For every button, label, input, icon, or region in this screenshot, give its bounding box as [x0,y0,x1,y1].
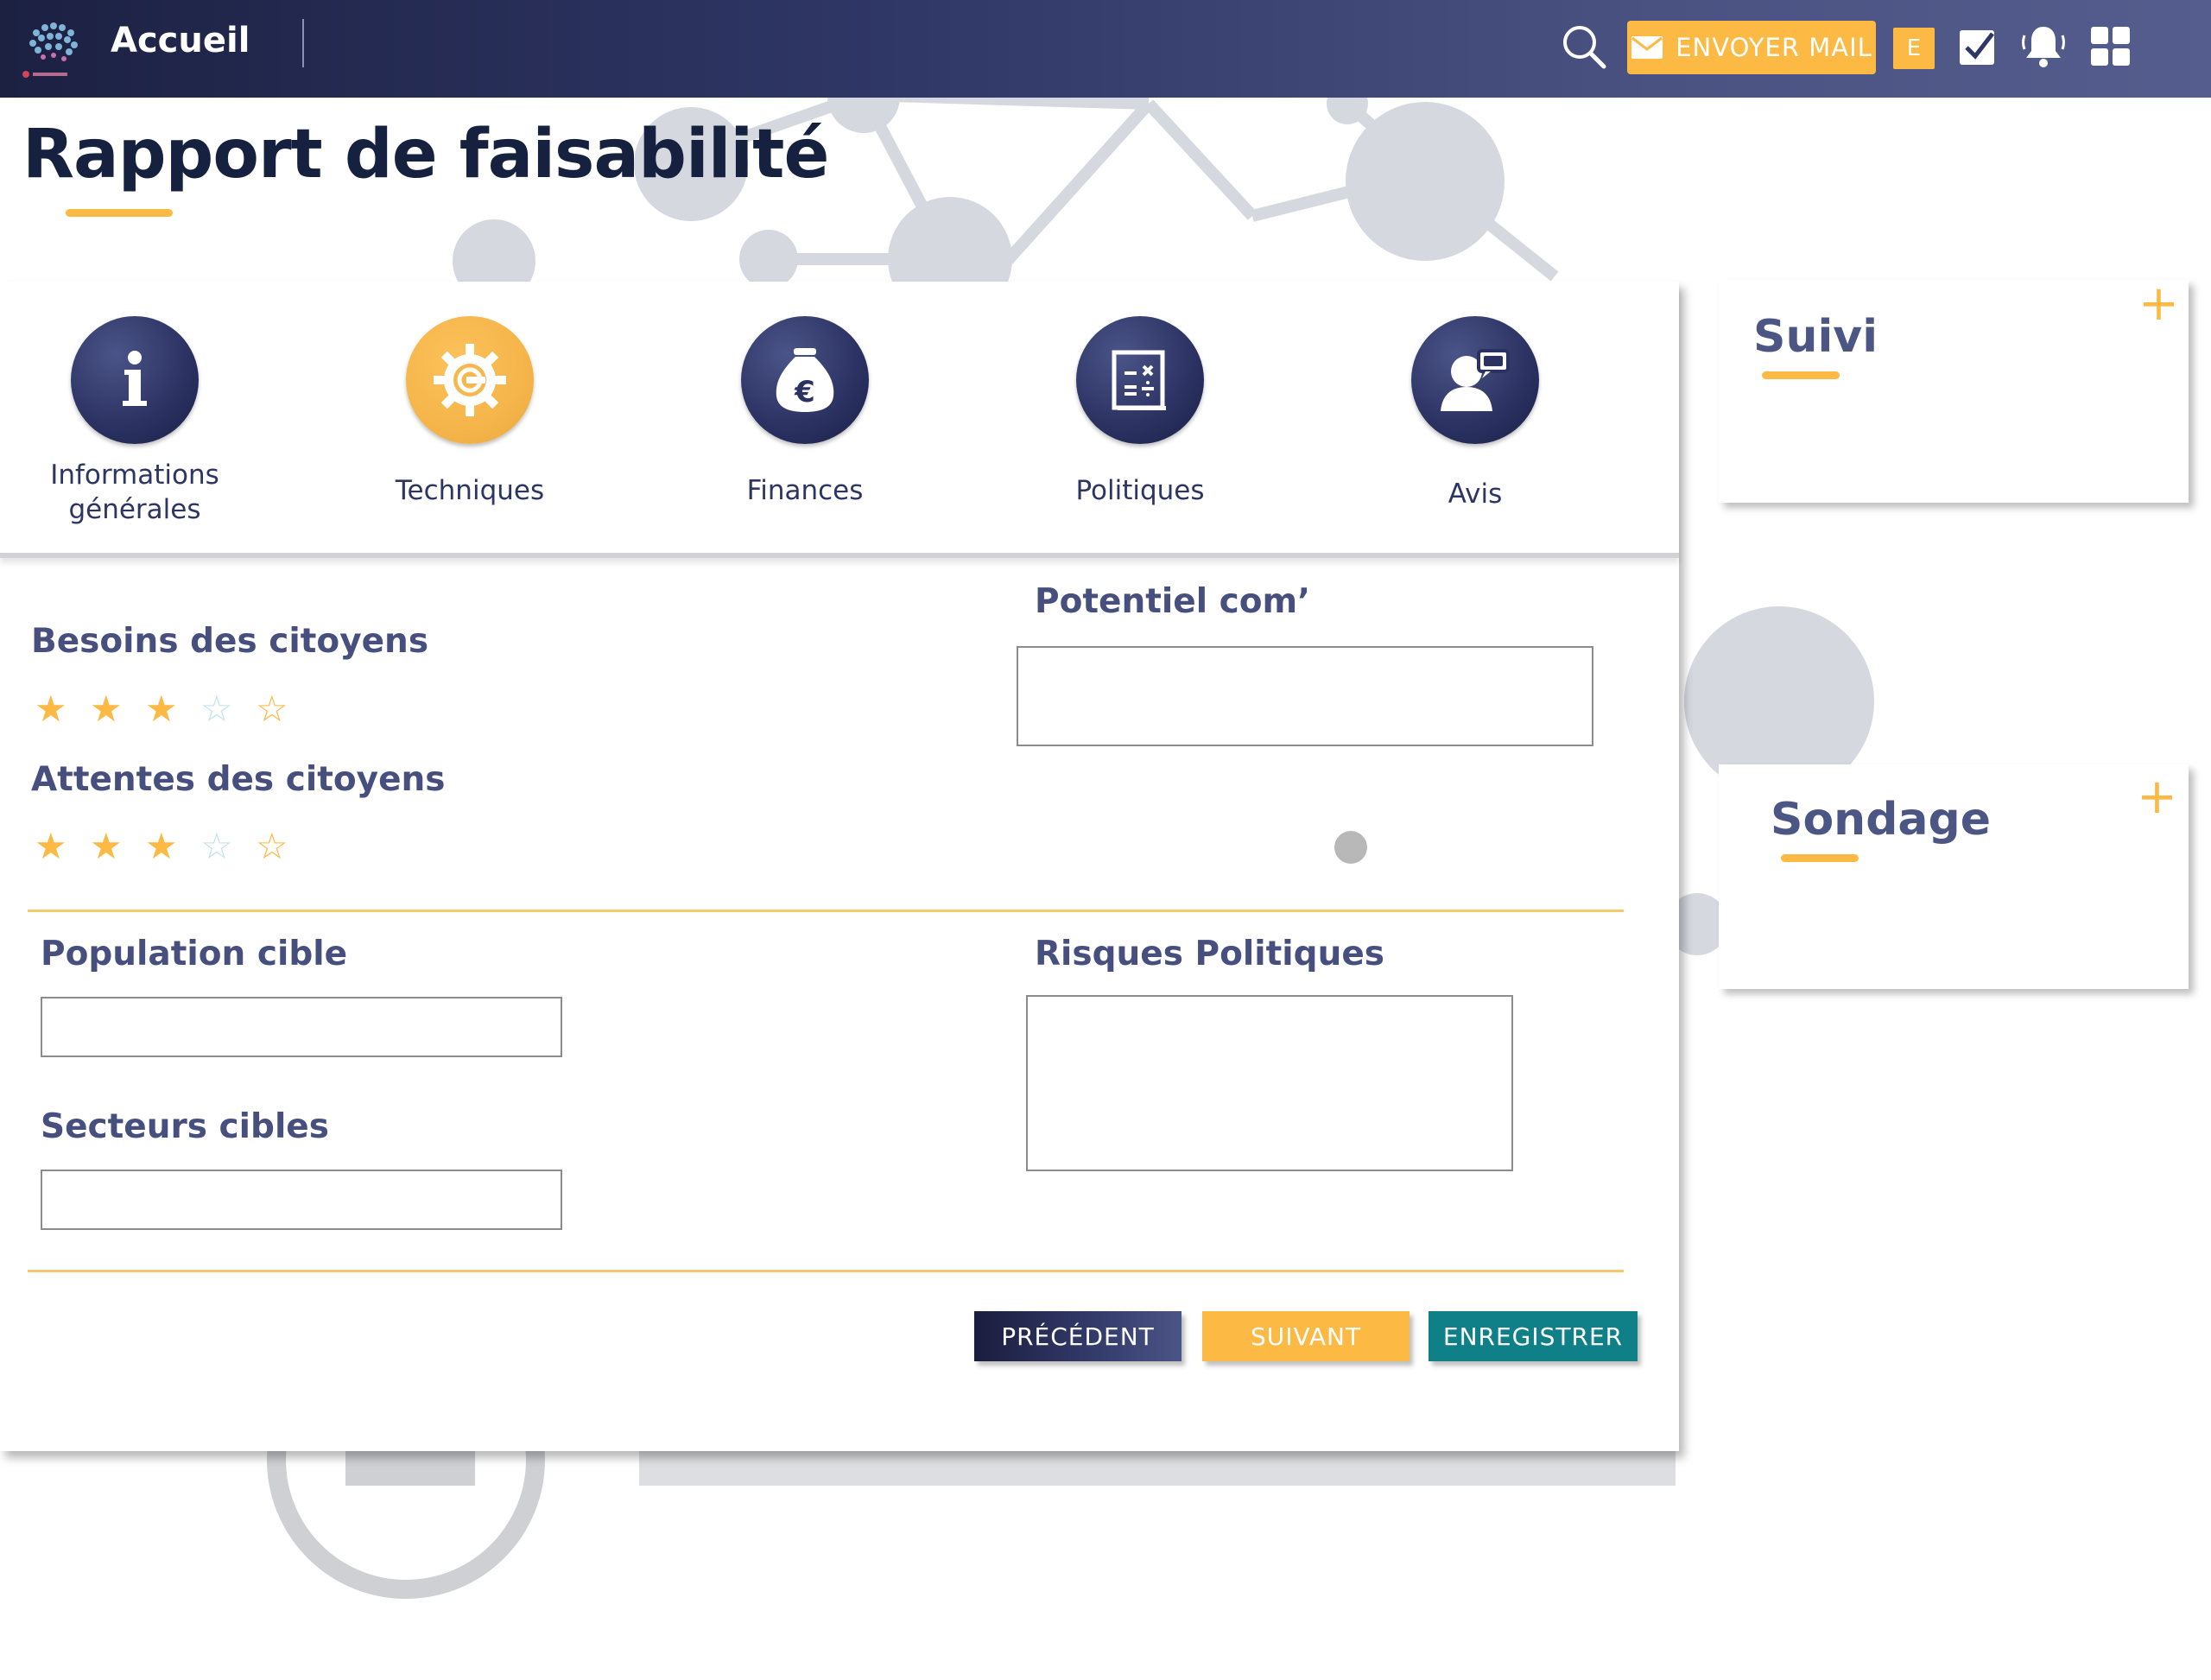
star-filled-icon[interactable]: ★ [35,828,67,865]
star-filled-icon[interactable]: ★ [90,691,123,727]
tab-label: Techniques [395,475,545,506]
sondage-card: Sondage + [1719,764,2189,989]
app-logo[interactable] [19,14,88,83]
attentes-rating[interactable]: ★ ★ ★ ☆ ☆ [35,828,288,865]
send-mail-label: ENVOYER MAIL [1676,33,1872,62]
star-filled-icon[interactable]: ★ [145,691,178,727]
tab-label: Avis [1448,479,1503,510]
section-divider [28,1270,1624,1272]
star-empty-icon[interactable]: ☆ [256,828,288,865]
grey-dot [1334,831,1367,864]
tab-finances[interactable]: € Finances [675,316,934,508]
potentiel-label: Potentiel com’ [1035,582,1311,621]
page-title: Rapport de faisabilité [22,116,829,193]
sondage-underline [1781,854,1859,862]
document-calculator-icon [1076,316,1204,444]
add-sondage-icon[interactable]: + [2137,773,2177,821]
secteurs-input[interactable] [41,1170,562,1230]
suivi-underline [1762,371,1840,379]
tab-label: Informations générales [50,460,219,525]
star-filled-icon[interactable]: ★ [35,691,67,727]
checkbox-icon[interactable] [1954,22,2002,71]
besoins-rating[interactable]: ★ ★ ★ ☆ ☆ [35,691,288,727]
section-divider [28,910,1624,912]
send-mail-button[interactable]: ENVOYER MAIL [1627,21,1876,74]
tab-informations-generales[interactable]: Informations générales [5,316,264,527]
topbar-divider [302,19,304,67]
population-label: Population cible [41,935,348,973]
svg-text:€: € [794,375,815,409]
person-speech-icon [1411,316,1539,444]
user-badge[interactable]: E [1893,28,1935,69]
suivi-card: Suivi + [1719,280,2189,503]
population-input[interactable] [41,997,562,1057]
tab-techniques[interactable]: Techniques [340,316,599,508]
money-bag-euro-icon: € [741,316,869,444]
tab-avis[interactable]: Avis [1346,316,1605,511]
search-icon[interactable] [1560,22,1608,71]
potentiel-input[interactable] [1017,646,1593,746]
attentes-label: Attentes des citoyens [31,760,446,799]
tab-label: Politiques [1075,475,1205,506]
star-filled-icon[interactable]: ★ [145,828,178,865]
tab-label: Finances [746,475,864,506]
besoins-label: Besoins des citoyens [31,622,429,661]
title-underline [66,209,173,217]
add-suivi-icon[interactable]: + [2138,280,2179,328]
info-icon [71,316,199,444]
star-filled-icon[interactable]: ★ [90,828,123,865]
sondage-title: Sondage [1771,794,1991,846]
risques-textarea[interactable] [1026,995,1513,1171]
star-empty-icon[interactable]: ☆ [256,691,288,727]
section-tabs: Informations générales Techniques € Fina… [0,282,1679,558]
grid-apps-icon[interactable] [2087,22,2135,71]
previous-button[interactable]: PRÉCÉDENT [974,1311,1182,1361]
star-empty-icon[interactable]: ☆ [200,828,233,865]
next-button[interactable]: SUIVANT [1202,1311,1410,1361]
bell-icon[interactable] [2019,22,2068,71]
tab-politiques[interactable]: Politiques [1010,316,1270,508]
mail-icon [1631,36,1663,59]
feasibility-form-card: Informations générales Techniques € Fina… [0,282,1679,1451]
top-navigation-bar: Accueil ENVOYER MAIL E [0,0,2211,98]
suivi-title: Suivi [1753,311,1878,363]
secteurs-label: Secteurs cibles [41,1107,329,1146]
star-empty-icon[interactable]: ☆ [200,691,233,727]
home-title[interactable]: Accueil [111,21,250,60]
gear-icon [406,316,534,444]
risques-label: Risques Politiques [1035,935,1385,973]
save-button[interactable]: ENREGISTRER [1429,1311,1638,1361]
